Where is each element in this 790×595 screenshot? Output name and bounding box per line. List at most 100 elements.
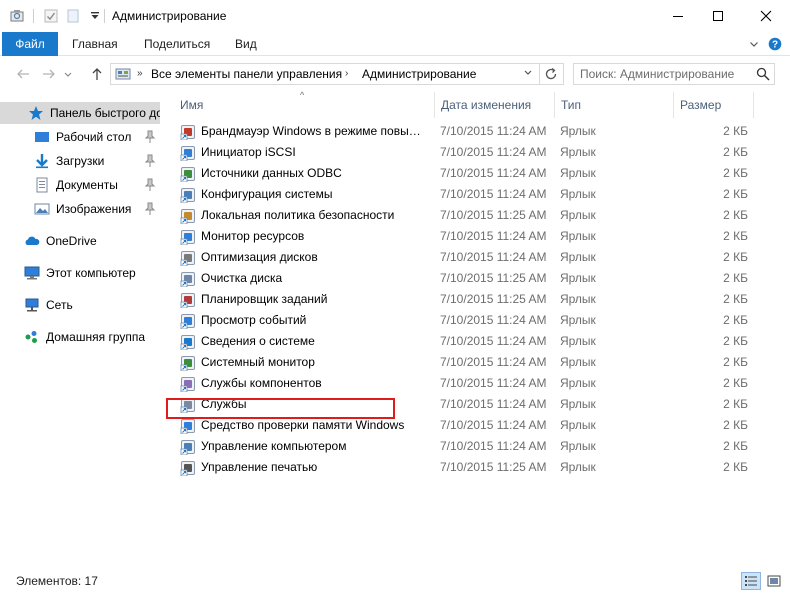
up-arrow-icon[interactable]: [88, 65, 106, 83]
file-row[interactable]: Управление компьютером 7/10/2015 11:24 AM…: [178, 436, 752, 457]
file-row[interactable]: Инициатор iSCSI 7/10/2015 11:24 AM Ярлык 2 …: [178, 142, 752, 163]
nav-item-pictures[interactable]: Изображения: [0, 198, 160, 220]
item-count: Элементов: 17: [16, 574, 98, 588]
column-header-date[interactable]: Дата изменения: [441, 92, 531, 118]
expand-ribbon-icon[interactable]: [747, 37, 761, 51]
forward-arrow-icon[interactable]: [40, 65, 58, 83]
file-name[interactable]: Источники данных ODBC: [201, 166, 423, 180]
search-icon[interactable]: [755, 66, 771, 85]
file-row[interactable]: Монитор ресурсов 7/10/2015 11:24 AM Ярлык 2…: [178, 226, 752, 247]
file-name[interactable]: Брандмауэр Windows в режиме повышенной б…: [201, 124, 423, 138]
file-name[interactable]: Монитор ресурсов: [201, 229, 423, 243]
recent-locations-icon[interactable]: [62, 65, 74, 83]
file-date: 7/10/2015 11:24 AM: [440, 355, 547, 369]
status-bar: Элементов: 17: [0, 568, 790, 595]
file-name[interactable]: Сведения о системе: [201, 334, 423, 348]
file-date: 7/10/2015 11:24 AM: [440, 145, 547, 159]
file-date: 7/10/2015 11:24 AM: [440, 229, 547, 243]
help-icon[interactable]: ?: [768, 37, 782, 51]
new-folder-icon[interactable]: [64, 7, 82, 25]
file-name[interactable]: Локальная политика безопасности: [201, 208, 423, 222]
star-icon: [28, 105, 44, 121]
file-row[interactable]: Брандмауэр Windows в режиме повышенной б…: [178, 121, 752, 142]
pin-icon[interactable]: [144, 178, 156, 192]
pin-icon[interactable]: [144, 130, 156, 144]
chevron-right-icon[interactable]: ›: [345, 68, 348, 79]
highlight-box: [166, 398, 395, 419]
file-type: Ярлык: [560, 124, 596, 138]
nav-item-this-pc[interactable]: Этот компьютер: [0, 262, 160, 284]
search-box[interactable]: [573, 63, 775, 85]
customize-toolbar-icon[interactable]: [86, 7, 104, 25]
file-row[interactable]: Управление печатью 7/10/2015 11:25 AM Ярлы…: [178, 457, 752, 478]
back-arrow-icon[interactable]: [14, 65, 32, 83]
file-date: 7/10/2015 11:25 AM: [440, 460, 547, 474]
tab-share[interactable]: Поделиться: [144, 32, 210, 56]
properties-icon[interactable]: [8, 7, 26, 25]
file-date: 7/10/2015 11:24 AM: [440, 187, 547, 201]
file-name[interactable]: Средство проверки памяти Windows: [201, 418, 423, 432]
tab-view[interactable]: Вид: [235, 32, 257, 56]
nav-item-documents[interactable]: Документы: [0, 174, 160, 196]
file-row[interactable]: Планировщик заданий 7/10/2015 11:25 AM Ярл…: [178, 289, 752, 310]
pin-icon[interactable]: [144, 154, 156, 168]
network-icon: [24, 297, 40, 313]
shortcut-icon: [180, 376, 196, 393]
tab-file[interactable]: Файл: [2, 32, 58, 56]
file-size: 2 КБ: [723, 313, 748, 327]
column-header-type[interactable]: Тип: [561, 92, 581, 118]
file-row[interactable]: Просмотр событий 7/10/2015 11:24 AM Ярлык 2…: [178, 310, 752, 331]
nav-item-downloads[interactable]: Загрузки: [0, 150, 160, 172]
details-view-icon[interactable]: [741, 572, 761, 590]
address-dropdown-icon[interactable]: [523, 67, 533, 80]
maximize-icon[interactable]: [696, 0, 740, 32]
nav-item-onedrive[interactable]: OneDrive: [0, 230, 160, 252]
refresh-icon[interactable]: [543, 66, 559, 85]
file-row[interactable]: Службы компонентов 7/10/2015 11:24 AM Ярлы…: [178, 373, 752, 394]
file-date: 7/10/2015 11:24 AM: [440, 439, 547, 453]
breadcrumb-control-panel[interactable]: Все элементы панели управления: [151, 67, 342, 81]
desktop-icon: [34, 129, 50, 145]
file-row[interactable]: Системный монитор 7/10/2015 11:24 AM Ярлык…: [178, 352, 752, 373]
file-row[interactable]: Сведения о системе 7/10/2015 11:24 AM Ярлы…: [178, 331, 752, 352]
breadcrumb-administration[interactable]: Администрирование: [362, 67, 476, 81]
file-size: 2 КБ: [723, 334, 748, 348]
navigation-pane: Панель быстрого доступа Рабочий стол Заг…: [0, 92, 160, 562]
file-name[interactable]: Управление печатью: [201, 460, 423, 474]
file-size: 2 КБ: [723, 145, 748, 159]
search-input[interactable]: [580, 66, 750, 82]
file-row[interactable]: Очистка диска 7/10/2015 11:25 AM Ярлык 2 КБ: [178, 268, 752, 289]
file-row[interactable]: Конфигурация системы 7/10/2015 11:24 AM Яр…: [178, 184, 752, 205]
close-icon[interactable]: [744, 0, 788, 32]
file-name[interactable]: Оптимизация дисков: [201, 250, 423, 264]
file-name[interactable]: Системный монитор: [201, 355, 423, 369]
column-header-name[interactable]: Имя: [180, 92, 203, 118]
file-name[interactable]: Конфигурация системы: [201, 187, 423, 201]
large-icons-view-icon[interactable]: [764, 572, 784, 590]
nav-item-label: OneDrive: [46, 234, 97, 248]
tab-home[interactable]: Главная: [72, 32, 118, 56]
file-type: Ярлык: [560, 439, 596, 453]
nav-item-desktop[interactable]: Рабочий стол: [0, 126, 160, 148]
file-name[interactable]: Управление компьютером: [201, 439, 423, 453]
nav-item-network[interactable]: Сеть: [0, 294, 160, 316]
file-date: 7/10/2015 11:24 AM: [440, 376, 547, 390]
properties-check-icon[interactable]: [42, 7, 60, 25]
pin-icon[interactable]: [144, 202, 156, 216]
file-name[interactable]: Инициатор iSCSI: [201, 145, 423, 159]
file-type: Ярлык: [560, 418, 596, 432]
shortcut-icon: [180, 292, 196, 309]
file-row[interactable]: Оптимизация дисков 7/10/2015 11:24 AM Ярлы…: [178, 247, 752, 268]
column-header-size[interactable]: Размер: [680, 92, 721, 118]
file-row[interactable]: Источники данных ODBC 7/10/2015 11:24 AM Я…: [178, 163, 752, 184]
address-bar[interactable]: » Все элементы панели управления › Админ…: [110, 63, 564, 85]
file-name[interactable]: Планировщик заданий: [201, 292, 423, 306]
file-date: 7/10/2015 11:25 AM: [440, 271, 547, 285]
file-row[interactable]: Локальная политика безопасности 7/10/2015…: [178, 205, 752, 226]
nav-item-homegroup[interactable]: Домашняя группа: [0, 326, 160, 348]
file-name[interactable]: Службы компонентов: [201, 376, 423, 390]
nav-item-quick-access[interactable]: Панель быстрого доступа: [0, 102, 160, 124]
file-name[interactable]: Очистка диска: [201, 271, 423, 285]
minimize-icon[interactable]: [656, 0, 700, 32]
file-name[interactable]: Просмотр событий: [201, 313, 423, 327]
